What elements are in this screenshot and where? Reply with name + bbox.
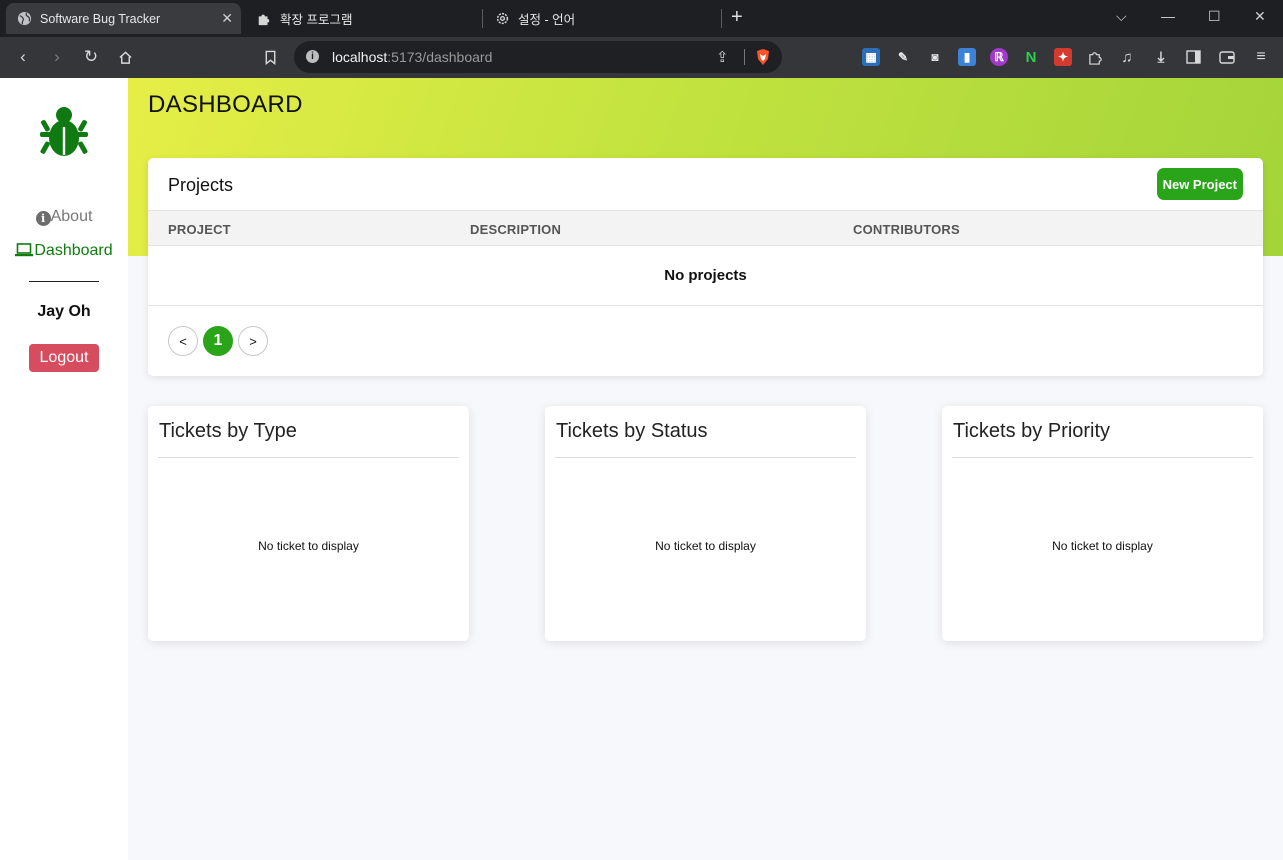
table-divider bbox=[148, 305, 1263, 306]
card-title: Tickets by Status bbox=[556, 420, 708, 442]
laptop-icon bbox=[15, 243, 34, 262]
tab-extensions[interactable]: 확장 프로그램 bbox=[248, 3, 478, 34]
logout-button[interactable]: Logout bbox=[29, 344, 99, 372]
nav-about-label: About bbox=[50, 208, 93, 225]
tickets-by-priority-card: Tickets by Priority No ticket to display bbox=[942, 406, 1263, 641]
address-bar[interactable]: i localhost:5173/dashboard ⇪ bbox=[294, 41, 782, 73]
browser-tab-strip: Software Bug Tracker ✕ 확장 프로그램 설정 - 언어 +… bbox=[0, 0, 1283, 37]
divider bbox=[744, 49, 745, 65]
gear-icon bbox=[494, 11, 510, 27]
bug-logo-icon[interactable] bbox=[38, 105, 90, 159]
extension-file-icon[interactable]: ▮ bbox=[958, 48, 976, 66]
new-project-button[interactable]: New Project bbox=[1156, 168, 1243, 200]
pagination-next-button[interactable]: > bbox=[238, 326, 268, 356]
card-divider bbox=[555, 457, 856, 458]
tab-settings-language[interactable]: 설정 - 언어 bbox=[486, 3, 716, 34]
share-icon[interactable]: ⇪ bbox=[716, 48, 729, 66]
download-icon[interactable]: ⤓ bbox=[1152, 48, 1170, 66]
card-divider bbox=[158, 457, 459, 458]
url-text[interactable]: localhost:5173/dashboard bbox=[332, 49, 492, 65]
tab-separator bbox=[482, 9, 483, 28]
reload-icon[interactable]: ↻ bbox=[80, 46, 102, 68]
card-title: Tickets by Priority bbox=[953, 420, 1111, 442]
brave-shield-icon[interactable] bbox=[755, 48, 771, 66]
menu-icon[interactable]: ≡ bbox=[1252, 48, 1270, 66]
sidebar-toggle-icon[interactable] bbox=[1184, 48, 1202, 66]
projects-title: Projects bbox=[168, 175, 234, 195]
page-title: DASHBOARD bbox=[148, 91, 303, 118]
sidebar-divider bbox=[29, 281, 99, 282]
nav-dashboard-link[interactable]: Dashboard bbox=[0, 242, 128, 262]
empty-tickets-message: No ticket to display bbox=[1052, 539, 1153, 553]
tab-separator bbox=[721, 9, 722, 28]
pagination-prev-button[interactable]: < bbox=[168, 326, 198, 356]
site-info-icon[interactable]: i bbox=[306, 50, 319, 63]
close-icon[interactable]: ✕ bbox=[221, 10, 233, 27]
tab-title: 설정 - 언어 bbox=[518, 13, 576, 27]
window-close-icon[interactable]: ✕ bbox=[1254, 8, 1266, 25]
projects-table-header: PROJECT DESCRIPTION CONTRIBUTORS bbox=[148, 210, 1263, 246]
projects-card: Projects New Project PROJECT DESCRIPTION… bbox=[148, 158, 1263, 376]
wallet-icon[interactable] bbox=[1218, 48, 1236, 66]
column-header-contributors[interactable]: CONTRIBUTORS bbox=[853, 222, 960, 237]
eyedropper-icon[interactable]: ✎ bbox=[894, 48, 912, 66]
nav-about-link[interactable]: i About bbox=[0, 208, 128, 226]
back-icon[interactable]: ‹ bbox=[12, 46, 34, 68]
column-header-project[interactable]: PROJECT bbox=[168, 222, 231, 237]
extension-n-icon[interactable]: N bbox=[1022, 48, 1040, 66]
empty-projects-message: No projects bbox=[664, 267, 747, 284]
forward-icon[interactable]: › bbox=[46, 46, 68, 68]
tab-title: 확장 프로그램 bbox=[280, 13, 353, 27]
sidebar: i About Dashboard Jay Oh Logout bbox=[0, 78, 128, 860]
camera-icon[interactable]: ◙ bbox=[926, 48, 944, 66]
extensions-puzzle-icon[interactable] bbox=[1086, 48, 1104, 66]
bookmark-icon[interactable] bbox=[259, 46, 281, 68]
empty-tickets-message: No ticket to display bbox=[258, 539, 359, 553]
tickets-by-type-card: Tickets by Type No ticket to display bbox=[148, 406, 469, 641]
user-name: Jay Oh bbox=[37, 303, 91, 320]
card-title: Tickets by Type bbox=[159, 420, 297, 442]
browser-toolbar: ‹ › ↻ i localhost:5173/dashboard ⇪ ▦ ✎ ◙… bbox=[0, 37, 1283, 78]
column-header-description[interactable]: DESCRIPTION bbox=[470, 222, 561, 237]
media-music-icon[interactable]: ♫ bbox=[1118, 48, 1136, 66]
home-icon[interactable] bbox=[114, 46, 136, 68]
extension-badge-icon[interactable]: ℝ bbox=[990, 48, 1008, 66]
globe-icon bbox=[16, 11, 32, 27]
card-divider bbox=[952, 457, 1253, 458]
info-icon: i bbox=[35, 211, 51, 226]
pagination-page-button[interactable]: 1 bbox=[203, 326, 233, 356]
tab-title: Software Bug Tracker bbox=[40, 11, 161, 26]
minimize-icon[interactable]: — bbox=[1161, 8, 1175, 24]
empty-tickets-message: No ticket to display bbox=[655, 539, 756, 553]
extension-red-icon[interactable]: ✦ bbox=[1054, 48, 1072, 66]
nav-dashboard-label: Dashboard bbox=[34, 242, 113, 259]
tab-search-chevron-icon[interactable]: ⌵ bbox=[1116, 8, 1127, 25]
extension-calendar-icon[interactable]: ▦ bbox=[862, 48, 880, 66]
new-tab-button[interactable]: + bbox=[731, 6, 743, 29]
tab-software-bug-tracker[interactable]: Software Bug Tracker ✕ bbox=[6, 3, 241, 34]
maximize-icon[interactable]: ☐ bbox=[1208, 8, 1221, 25]
puzzle-icon bbox=[256, 11, 272, 27]
tickets-by-status-card: Tickets by Status No ticket to display bbox=[545, 406, 866, 641]
